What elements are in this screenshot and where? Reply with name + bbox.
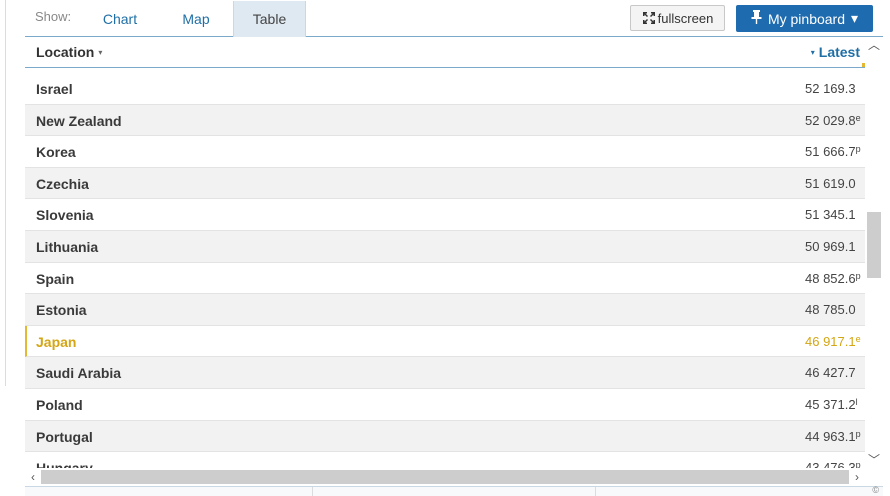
row-value-number: 51 666.7 [805, 144, 856, 160]
table-row[interactable]: Czechia 51 619.0 [25, 167, 865, 200]
table-header: Location ▾ ▾ Latest [25, 37, 865, 68]
data-table: Location ▾ ▾ Latest Israel 52 169.3 New Zeal… [25, 37, 865, 468]
column-header-latest[interactable]: ▾ Latest [811, 44, 860, 60]
table-row[interactable]: Korea 51 666.7p [25, 136, 865, 168]
row-value-number: 51 619.0 [805, 175, 856, 191]
show-label: Show: [35, 9, 72, 24]
row-value-number: 44 963.1 [805, 428, 856, 444]
pinboard-label: My pinboard [767, 10, 845, 27]
copyright-icon[interactable]: © [872, 485, 879, 495]
table-row[interactable]: Spain 48 852.6p [25, 263, 865, 295]
row-latest-value: 46 917.1e [805, 334, 861, 349]
row-latest-value: 52 169.3 [805, 81, 856, 96]
table-row[interactable]: Estonia 48 785.0 [25, 294, 865, 326]
tab-table[interactable]: Table [233, 1, 306, 37]
row-value-number: 43 476.3 [805, 460, 856, 468]
row-latest-value: 51 345.1 [805, 207, 856, 222]
table-row[interactable]: Poland 45 371.2l [25, 389, 865, 421]
row-latest-value: 52 029.8e [805, 113, 861, 128]
table-row[interactable]: Lithuania 50 969.1 [25, 230, 865, 263]
scroll-up-icon[interactable]: ︿ [865, 37, 883, 53]
row-latest-value: 51 619.0 [805, 176, 856, 191]
column-header-location-label: Location [36, 44, 95, 60]
tab-map[interactable]: Map [176, 1, 216, 37]
footer-divider [595, 487, 596, 496]
row-location[interactable]: New Zealand [36, 113, 122, 129]
row-latest-value: 48 852.6p [805, 271, 861, 286]
row-location[interactable]: Estonia [36, 302, 87, 318]
pin-icon [751, 10, 762, 27]
row-value-number: 52 169.3 [805, 81, 856, 96]
chevron-down-icon: ▾ [851, 10, 859, 26]
row-location[interactable]: Poland [36, 397, 83, 413]
row-value-flag: p [855, 270, 861, 281]
row-value-flag: e [855, 333, 861, 344]
row-latest-value: 51 666.7p [805, 144, 861, 159]
row-value-flag: p [855, 144, 861, 155]
row-latest-value: 43 476.3p [805, 460, 861, 468]
table-row[interactable]: Japan 46 917.1e [25, 325, 865, 358]
row-value-flag: p [855, 460, 861, 468]
row-latest-value: 44 963.1p [805, 429, 861, 444]
vertical-scroll-thumb[interactable] [867, 212, 881, 278]
row-value-number: 46 917.1 [805, 333, 856, 349]
column-header-location[interactable]: Location ▾ [36, 44, 102, 60]
row-location[interactable]: Lithuania [36, 239, 98, 255]
row-location[interactable]: Saudi Arabia [36, 365, 121, 381]
row-value-number: 52 029.8 [805, 112, 856, 128]
row-value-number: 46 427.7 [805, 365, 856, 381]
row-location[interactable]: Czechia [36, 176, 89, 192]
tab-chart[interactable]: Chart [99, 1, 141, 37]
table-body: Israel 52 169.3 New Zealand 52 029.8e Korea 5… [25, 73, 865, 468]
row-latest-value: 46 427.7 [805, 365, 856, 380]
table-row[interactable]: New Zealand 52 029.8e [25, 104, 865, 137]
row-location[interactable]: Portugal [36, 429, 93, 445]
table-row[interactable]: Slovenia 51 345.1 [25, 199, 865, 231]
table-row[interactable]: Portugal 44 963.1p [25, 420, 865, 453]
row-location[interactable]: Korea [36, 144, 76, 160]
row-value-number: 50 969.1 [805, 238, 856, 254]
table-row[interactable]: Israel 52 169.3 [25, 73, 865, 105]
footer-bar: © [25, 485, 883, 496]
table-row[interactable]: Hungary 43 476.3p [25, 452, 865, 468]
row-location[interactable]: Spain [36, 271, 74, 287]
row-value-number: 45 371.2 [805, 396, 856, 412]
vertical-scrollbar[interactable]: ︿ ﹀ [865, 37, 883, 468]
row-value-flag: l [855, 396, 858, 407]
view-toolbar: Show: Chart Map Table fullscreen My pinb… [25, 0, 883, 37]
left-panel-edge [0, 0, 6, 386]
horizontal-scroll-thumb[interactable] [41, 470, 849, 484]
fullscreen-label: fullscreen [657, 10, 714, 26]
row-latest-value: 48 785.0 [805, 302, 856, 317]
sort-caret-icon: ▾ [98, 48, 103, 57]
row-location[interactable]: Japan [36, 334, 76, 350]
row-location[interactable]: Slovenia [36, 207, 94, 223]
horizontal-scrollbar[interactable]: ‹ › [25, 468, 865, 486]
row-value-flag: p [855, 428, 861, 439]
row-latest-value: 45 371.2l [805, 397, 858, 412]
fullscreen-button[interactable]: fullscreen [630, 5, 725, 31]
table-row[interactable]: Saudi Arabia 46 427.7 [25, 357, 865, 389]
row-location[interactable]: Israel [36, 81, 73, 97]
footer-divider [312, 487, 313, 496]
row-latest-value: 50 969.1 [805, 239, 856, 254]
scroll-down-icon[interactable]: ﹀ [865, 452, 883, 468]
row-value-number: 48 852.6 [805, 270, 856, 286]
expand-icon [642, 11, 656, 25]
row-value-flag: e [855, 112, 861, 123]
row-location[interactable]: Hungary [36, 460, 93, 468]
row-value-number: 51 345.1 [805, 207, 856, 223]
scroll-right-icon[interactable]: › [849, 468, 865, 486]
column-header-latest-label: Latest [818, 44, 860, 60]
row-value-number: 48 785.0 [805, 302, 856, 318]
my-pinboard-button[interactable]: My pinboard ▾ [736, 5, 873, 32]
sort-desc-icon: ▾ [810, 48, 815, 57]
scroll-left-icon[interactable]: ‹ [25, 468, 41, 486]
